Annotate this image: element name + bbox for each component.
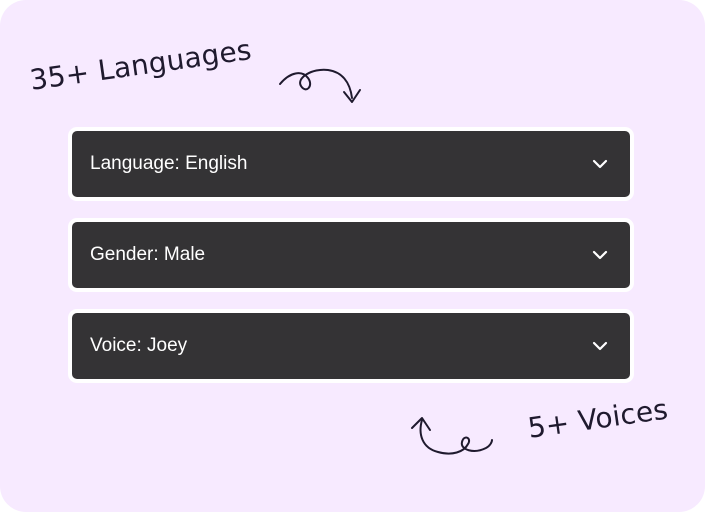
voices-annotation: 5+ Voices	[525, 392, 671, 445]
language-dropdown[interactable]: Language: English	[68, 127, 634, 201]
gender-dropdown[interactable]: Gender: Male	[68, 218, 634, 292]
feature-card: 35+ Languages Language: English Gender: …	[0, 0, 705, 512]
chevron-down-icon	[590, 154, 610, 174]
language-dropdown-label: Language: English	[90, 153, 248, 174]
gender-dropdown-label: Gender: Male	[90, 244, 206, 265]
chevron-down-icon	[590, 336, 610, 356]
curly-arrow-up-icon	[411, 417, 493, 455]
chevron-down-icon	[590, 245, 610, 265]
languages-annotation: 35+ Languages	[27, 33, 254, 97]
voice-dropdown-label: Voice: Joey	[90, 335, 188, 356]
voice-dropdown[interactable]: Voice: Joey	[68, 309, 634, 383]
curly-arrow-down-icon	[279, 68, 361, 103]
